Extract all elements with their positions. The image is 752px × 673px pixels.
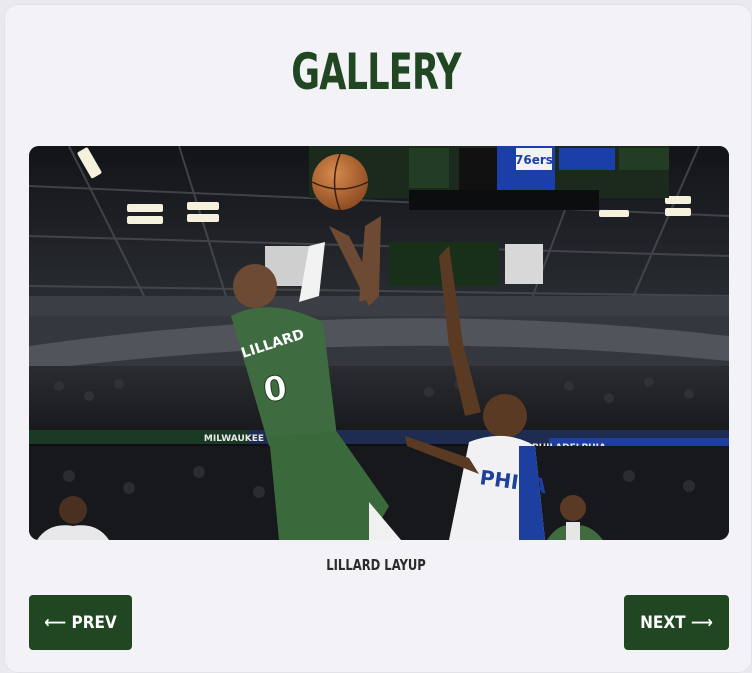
- image-caption: LILLARD LAYUP: [326, 556, 426, 574]
- prev-button-label: ⟵ PREV: [44, 612, 117, 633]
- gallery-image: 76ers MILWAUKEE PHILADELPHIA: [29, 146, 729, 540]
- basketball: [311, 153, 369, 211]
- page-title: GALLERY: [291, 43, 461, 101]
- next-button-label: NEXT ⟶: [640, 612, 713, 633]
- scoreboard-team-text: 76ers: [515, 153, 553, 167]
- banner-left-text: MILWAUKEE: [204, 434, 264, 444]
- next-button[interactable]: NEXT ⟶: [624, 595, 729, 650]
- prev-button[interactable]: ⟵ PREV: [29, 595, 132, 650]
